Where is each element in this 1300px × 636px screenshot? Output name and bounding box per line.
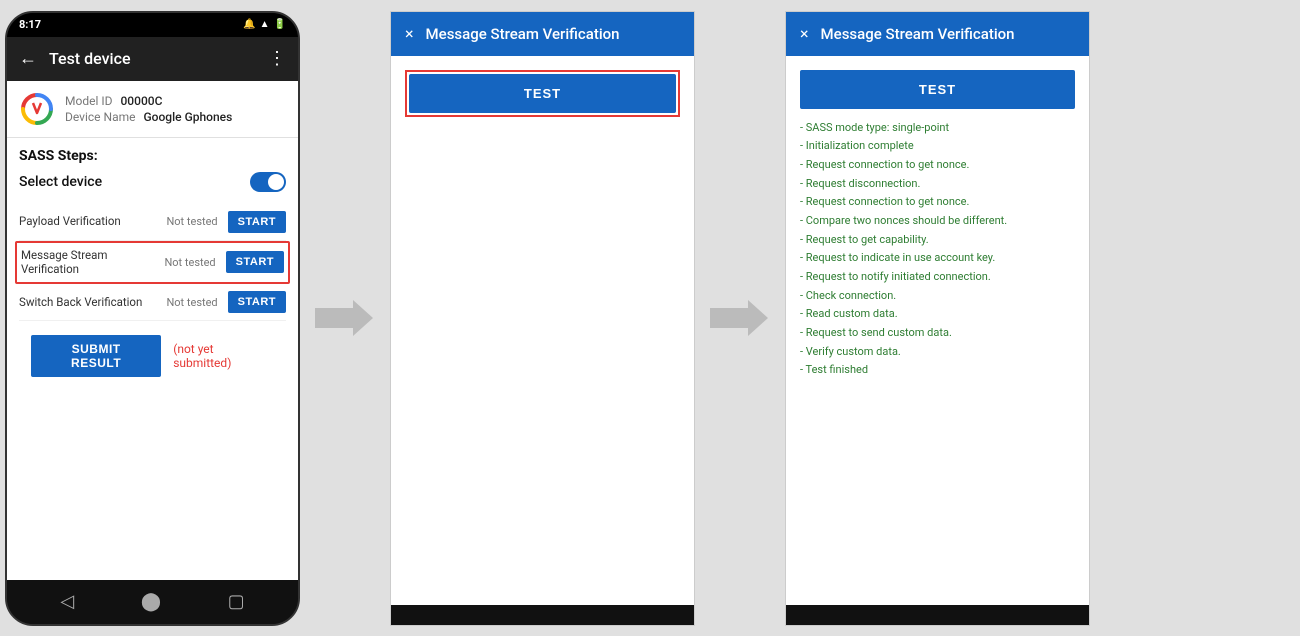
log-output: - SASS mode type: single-point- Initiali… [800,119,1075,381]
dialog-2-test-button[interactable]: TEST [800,70,1075,109]
more-options-icon[interactable]: ⋮ [268,48,286,69]
payload-verification-row: Payload Verification Not tested START [19,204,286,241]
device-details: Model ID 00000C Device Name Google Gphon… [65,94,232,124]
notification-icon: 🔔 [243,19,255,30]
log-line: - Check connection. [800,287,1075,306]
dialog-1-footer [391,605,694,625]
status-bar: 8:17 🔔 ▲ 🔋 [7,13,298,37]
log-line: - SASS mode type: single-point [800,119,1075,138]
switch-back-verification-status: Not tested [166,296,217,309]
model-id-value: 00000C [120,94,162,108]
back-button[interactable]: ← [19,48,37,69]
message-stream-verification-label: Message Stream Verification [21,248,158,278]
device-name-row: Device Name Google Gphones [65,110,232,124]
dialog-1-title: Message Stream Verification [426,25,620,43]
dialog-2-header: × Message Stream Verification [786,12,1089,56]
dialog-panel-2: × Message Stream Verification TEST - SAS… [785,11,1090,626]
log-line: - Initialization complete [800,137,1075,156]
log-line: - Request to indicate in use account key… [800,249,1075,268]
sass-title: SASS Steps: [19,148,286,164]
main-container: 8:17 🔔 ▲ 🔋 ← Test device ⋮ [0,0,1300,636]
switch-back-verification-label: Switch Back Verification [19,295,160,310]
log-line: - Request connection to get nonce. [800,193,1075,212]
log-line: - Test finished [800,361,1075,380]
nav-recents-icon[interactable]: ▢ [228,591,245,612]
dialog-1-body: TEST [391,56,694,605]
phone-nav-bar: ◁ ⬤ ▢ [7,580,298,624]
dialog-2-close-button[interactable]: × [800,24,809,43]
model-id-row: Model ID 00000C [65,94,232,108]
status-time: 8:17 [19,18,41,31]
message-stream-verification-row: Message Stream Verification Not tested S… [15,241,290,285]
log-line: - Read custom data. [800,305,1075,324]
model-id-label: Model ID [65,94,112,108]
right-arrow-2-icon [710,298,770,338]
log-line: - Request to send custom data. [800,324,1075,343]
payload-verification-start-button[interactable]: START [228,211,286,233]
nav-home-icon[interactable]: ⬤ [141,591,161,612]
nav-back-icon[interactable]: ◁ [60,591,74,612]
dialog-2-footer [786,605,1089,625]
log-line: - Request connection to get nonce. [800,156,1075,175]
switch-back-verification-row: Switch Back Verification Not tested STAR… [19,284,286,321]
device-logo [19,91,55,127]
select-device-row: Select device [19,172,286,192]
phone-header: ← Test device ⋮ [7,37,298,81]
right-arrow-icon [315,298,375,338]
log-line: - Request to notify initiated connection… [800,268,1075,287]
phone-title: Test device [49,49,268,68]
dialog-2-title: Message Stream Verification [821,25,1015,43]
payload-verification-label: Payload Verification [19,214,160,229]
log-line: - Verify custom data. [800,343,1075,362]
dialog-2-body: TEST - SASS mode type: single-point- Ini… [786,56,1089,605]
device-name-value: Google Gphones [144,110,233,124]
message-stream-verification-status: Not tested [164,256,215,269]
dialog-1-header: × Message Stream Verification [391,12,694,56]
submit-result-button[interactable]: SUBMIT RESULT [31,335,161,377]
phone-frame: 8:17 🔔 ▲ 🔋 ← Test device ⋮ [5,11,300,626]
device-info-section: Model ID 00000C Device Name Google Gphon… [7,81,298,138]
arrow-2 [695,298,785,338]
log-line: - Request to get capability. [800,231,1075,250]
log-line: - Request disconnection. [800,175,1075,194]
log-line: - Compare two nonces should be different… [800,212,1075,231]
status-icons: 🔔 ▲ 🔋 [243,19,286,30]
payload-verification-status: Not tested [166,215,217,228]
battery-icon: 🔋 [274,19,286,30]
submit-status-label: (not yet submitted) [173,342,274,370]
wifi-icon: ▲ [260,19,270,30]
test-btn-container-1: TEST [405,70,680,117]
dialog-panel-1: × Message Stream Verification TEST [390,11,695,626]
sass-section: SASS Steps: Select device Payload Verifi… [7,138,298,402]
message-stream-verification-start-button[interactable]: START [226,251,284,273]
arrow-1 [300,298,390,338]
dialog-1-close-button[interactable]: × [405,24,414,43]
select-device-toggle[interactable] [250,172,286,192]
dialog-1-test-button[interactable]: TEST [409,74,676,113]
device-name-label: Device Name [65,110,136,124]
switch-back-verification-start-button[interactable]: START [228,291,286,313]
submit-section: SUBMIT RESULT (not yet submitted) [19,321,286,391]
phone-content: Model ID 00000C Device Name Google Gphon… [7,81,298,580]
select-device-label: Select device [19,174,102,190]
